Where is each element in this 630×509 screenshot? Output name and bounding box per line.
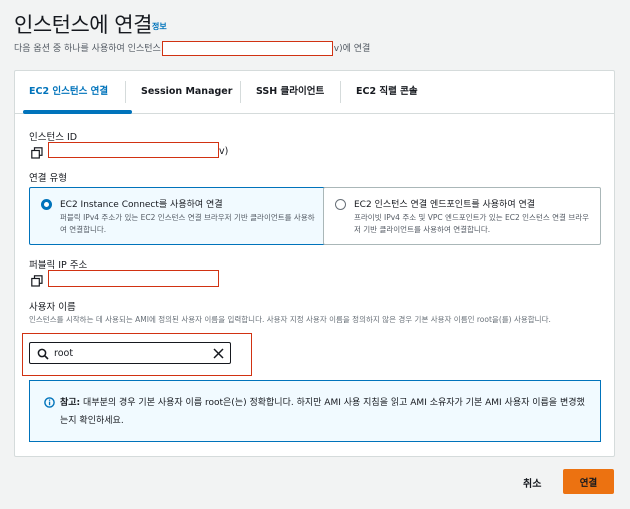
redacted-instance-id (161, 41, 333, 56)
username-input[interactable] (54, 346, 204, 361)
redacted-instance-id-value (48, 142, 219, 158)
tab-separator (340, 81, 341, 103)
connect-button[interactable]: 연결 (563, 469, 614, 494)
copy-icon[interactable] (31, 147, 43, 159)
option-description: 프라이빗 IPv4 주소 및 VPC 엔드포인트가 있는 EC2 인스턴스 연결… (354, 213, 590, 234)
instance-id-suffix: v) (219, 146, 229, 157)
tab-session-manager[interactable]: Session Manager (141, 82, 232, 102)
active-tab-indicator (23, 110, 132, 114)
subtitle-suffix: v)에 연결 (333, 44, 371, 54)
instance-id-label: 인스턴스 ID (29, 132, 78, 143)
cancel-button[interactable]: 취소 (523, 475, 541, 490)
tab-separator (125, 81, 126, 103)
public-ip-label: 퍼블릭 IP 주소 (29, 260, 88, 271)
connection-type-label: 연결 유형 (29, 173, 67, 184)
option-ec2-instance-connect[interactable]: EC2 Instance Connect를 사용하여 연결 퍼블릭 IPv4 주… (29, 187, 336, 245)
alert-text: 참고: 대부분의 경우 기본 사용자 이름 root은(는) 정확합니다. 하지… (60, 394, 590, 430)
option-title: EC2 인스턴스 연결 엔드포인트를 사용하여 연결 (354, 200, 536, 210)
info-link[interactable]: 정보 (152, 21, 167, 32)
close-icon[interactable] (213, 348, 224, 359)
tab-ec2-serial-console[interactable]: EC2 직렬 콘솔 (356, 82, 418, 102)
option-title: EC2 Instance Connect를 사용하여 연결 (60, 200, 223, 210)
info-icon (44, 397, 55, 408)
subtitle: 다음 옵션 중 하나를 사용하여 인스턴스 v)에 연결 (14, 41, 370, 56)
tab-separator (240, 81, 241, 103)
redacted-public-ip (48, 270, 219, 287)
subtitle-prefix: 다음 옵션 중 하나를 사용하여 인스턴스 (14, 44, 161, 54)
connect-panel: EC2 인스턴스 연결 Session Manager SSH 클라이언트 EC… (14, 70, 615, 457)
tab-bar: EC2 인스턴스 연결 Session Manager SSH 클라이언트 EC… (15, 71, 614, 114)
copy-icon[interactable] (31, 275, 43, 287)
option-endpoint-connect[interactable]: EC2 인스턴스 연결 엔드포인트를 사용하여 연결 프라이빗 IPv4 주소 … (323, 187, 601, 245)
radio-selected[interactable] (41, 199, 52, 210)
radio-unselected[interactable] (335, 199, 346, 210)
tab-ssh-client[interactable]: SSH 클라이언트 (256, 82, 324, 102)
alert-bold: 참고: (60, 398, 81, 408)
username-label: 사용자 이름 (29, 302, 76, 313)
alert-body: 대부분의 경우 기본 사용자 이름 root은(는) 정확합니다. 하지만 AM… (60, 398, 585, 426)
username-hint: 인스턴스를 시작하는 데 사용되는 AMI에 정의된 사용자 이름을 입력합니다… (29, 315, 551, 324)
page-title: 인스턴스에 연결 (14, 13, 152, 37)
username-field[interactable] (29, 342, 231, 364)
info-alert: 참고: 대부분의 경우 기본 사용자 이름 root은(는) 정확합니다. 하지… (29, 380, 601, 442)
search-icon (37, 348, 49, 360)
option-description: 퍼블릭 IPv4 주소가 있는 EC2 인스턴스 연결 브라우저 기반 클라이언… (60, 213, 315, 234)
tab-ec2-instance-connect[interactable]: EC2 인스턴스 연결 (29, 82, 108, 102)
